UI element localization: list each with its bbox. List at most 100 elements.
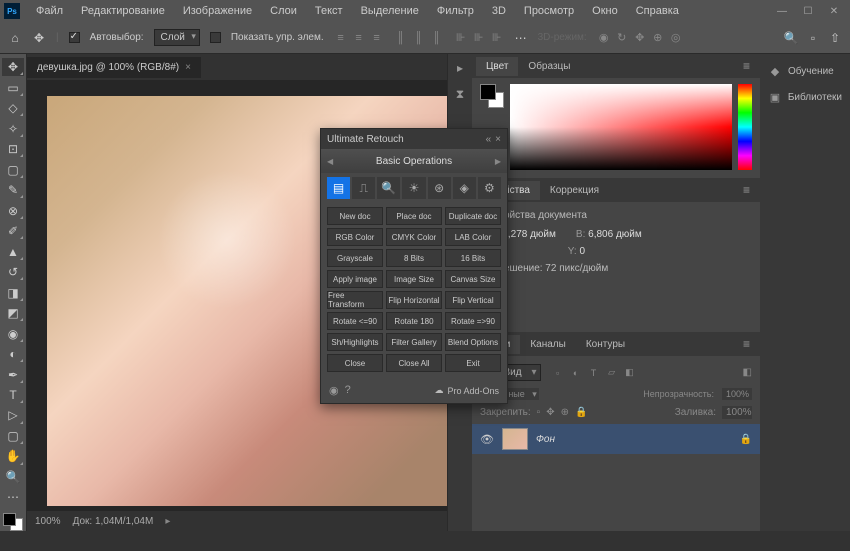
history-icon[interactable]: ⧗	[452, 86, 468, 102]
autoselect-target-select[interactable]: Слой	[154, 29, 200, 46]
path-tool[interactable]: ▷	[2, 406, 24, 424]
tab-paths[interactable]: Контуры	[576, 335, 635, 354]
shape-tool[interactable]: ▢	[2, 427, 24, 445]
home-icon[interactable]: ⌂	[8, 31, 22, 45]
minimize-icon[interactable]: —	[770, 2, 794, 20]
brush-tool[interactable]: ✐	[2, 222, 24, 240]
autoselect-checkbox[interactable]	[69, 32, 80, 43]
menu-select[interactable]: Выделение	[353, 2, 427, 20]
layer-row[interactable]: 👁 Фон 🔒	[472, 424, 760, 454]
foreground-color[interactable]	[3, 513, 16, 526]
color-swatch-pair[interactable]	[480, 84, 504, 108]
zoom-tool[interactable]: 🔍	[2, 468, 24, 486]
retouch-action-button[interactable]: Apply image	[327, 270, 383, 288]
pro-addons-link[interactable]: ☁ Pro Add-Ons	[434, 385, 499, 396]
color-spectrum[interactable]	[510, 84, 732, 170]
filter-smart-icon[interactable]: ◧	[623, 366, 637, 380]
retouch-action-button[interactable]: Blend Options	[445, 333, 501, 351]
menu-view[interactable]: Просмотр	[516, 2, 582, 20]
3d-icon[interactable]: ◎	[669, 31, 683, 45]
panel-header[interactable]: Ultimate Retouch « ×	[321, 129, 507, 149]
heal-tool[interactable]: ⊗	[2, 201, 24, 219]
menu-3d[interactable]: 3D	[484, 2, 514, 20]
ultimate-retouch-panel[interactable]: Ultimate Retouch « × Basic Operations ▤ …	[320, 128, 508, 404]
distribute-icon[interactable]: ║	[430, 31, 444, 45]
menu-window[interactable]: Окно	[584, 2, 626, 20]
lock-all-icon[interactable]: 🔒	[575, 407, 587, 418]
retouch-action-button[interactable]: Duplicate doc	[445, 207, 501, 225]
more-icon[interactable]: ⋯	[514, 31, 528, 45]
diamond-icon[interactable]: ◈	[453, 177, 476, 199]
retouch-action-button[interactable]: 16 Bits	[445, 249, 501, 267]
menu-layers[interactable]: Слои	[262, 2, 305, 20]
search-icon[interactable]: 🔍	[784, 31, 798, 45]
retouch-action-button[interactable]: Flip Horizontal	[386, 291, 442, 309]
retouch-action-button[interactable]: Canvas Size	[445, 270, 501, 288]
hue-slider[interactable]	[738, 84, 752, 170]
history-brush-tool[interactable]: ↺	[2, 263, 24, 281]
stamp-tool[interactable]: ▲	[2, 242, 24, 260]
text-tool[interactable]: T	[2, 386, 24, 404]
3d-icon[interactable]: ✥	[633, 31, 647, 45]
retouch-action-button[interactable]: Grayscale	[327, 249, 383, 267]
retouch-action-button[interactable]: Rotate 180	[386, 312, 442, 330]
3d-icon[interactable]: ⊕	[651, 31, 665, 45]
brightness-icon[interactable]: ☀	[402, 177, 425, 199]
camera-icon[interactable]: ◉	[329, 384, 339, 397]
distribute-icon[interactable]: ║	[412, 31, 426, 45]
filter-pixel-icon[interactable]: ▫	[551, 366, 565, 380]
distribute-icon[interactable]: ⊪	[472, 31, 486, 45]
crop-tool[interactable]: ⊡	[2, 140, 24, 158]
retouch-action-button[interactable]: RGB Color	[327, 228, 383, 246]
eyedropper-tool[interactable]: ✎	[2, 181, 24, 199]
zoom-value[interactable]: 100%	[35, 516, 61, 527]
close-icon[interactable]: ✕	[822, 2, 846, 20]
gradient-tool[interactable]: ◩	[2, 304, 24, 322]
close-tab-icon[interactable]: ×	[185, 62, 191, 73]
panel-menu-icon[interactable]: ≡	[737, 337, 756, 351]
retouch-action-button[interactable]: Rotate <=90	[327, 312, 383, 330]
filter-toggle[interactable]: ◧	[743, 367, 752, 378]
filter-text-icon[interactable]: T	[587, 366, 601, 380]
menu-filter[interactable]: Фильтр	[429, 2, 482, 20]
chevron-right-icon[interactable]: ▸	[165, 516, 170, 527]
filter-shape-icon[interactable]: ▱	[605, 366, 619, 380]
document-tab[interactable]: девушка.jpg @ 100% (RGB/8#) ×	[27, 57, 201, 78]
lock-pixels-icon[interactable]: ▫	[537, 407, 541, 418]
menu-text[interactable]: Текст	[307, 2, 351, 20]
menu-image[interactable]: Изображение	[175, 2, 260, 20]
collapse-icon[interactable]: ▸	[452, 60, 468, 76]
layer-name[interactable]: Фон	[536, 434, 555, 445]
move-tool[interactable]: ✥	[2, 58, 24, 76]
retouch-action-button[interactable]: Close	[327, 354, 383, 372]
retouch-action-button[interactable]: Sh/Highlights	[327, 333, 383, 351]
align-icon[interactable]: ≡	[352, 31, 366, 45]
panel-menu-icon[interactable]: ≡	[737, 183, 756, 197]
menu-file[interactable]: Файл	[28, 2, 71, 20]
zoom-icon[interactable]: 🔍	[377, 177, 400, 199]
move-tool-icon[interactable]: ✥	[32, 31, 46, 45]
retouch-action-button[interactable]: Exit	[445, 354, 501, 372]
edit-toolbar[interactable]: ⋯	[2, 488, 24, 506]
layer-thumbnail[interactable]	[502, 428, 528, 450]
color-swatches[interactable]	[3, 513, 23, 531]
atom-icon[interactable]: ⊛	[428, 177, 451, 199]
frame-tool[interactable]: ▢	[2, 160, 24, 178]
collapse-icon[interactable]: «	[486, 134, 492, 145]
close-icon[interactable]: ×	[495, 134, 501, 145]
sidebar-libraries[interactable]: ▣ Библиотеки	[760, 86, 850, 108]
maximize-icon[interactable]: ☐	[796, 2, 820, 20]
panel-menu-icon[interactable]: ≡	[737, 59, 756, 73]
3d-icon[interactable]: ↻	[615, 31, 629, 45]
retouch-action-button[interactable]: Flip Vertical	[445, 291, 501, 309]
hand-tool[interactable]: ✋	[2, 447, 24, 465]
align-icon[interactable]: ≡	[370, 31, 384, 45]
retouch-action-button[interactable]: Place doc	[386, 207, 442, 225]
3d-icon[interactable]: ◉	[597, 31, 611, 45]
pen-tool[interactable]: ✒	[2, 365, 24, 383]
retouch-action-button[interactable]: LAB Color	[445, 228, 501, 246]
tab-channels[interactable]: Каналы	[520, 335, 576, 354]
distribute-icon[interactable]: ║	[394, 31, 408, 45]
basic-ops-icon[interactable]: ▤	[327, 177, 350, 199]
doc-info[interactable]: Док: 1,04M/1,04M	[73, 516, 154, 527]
